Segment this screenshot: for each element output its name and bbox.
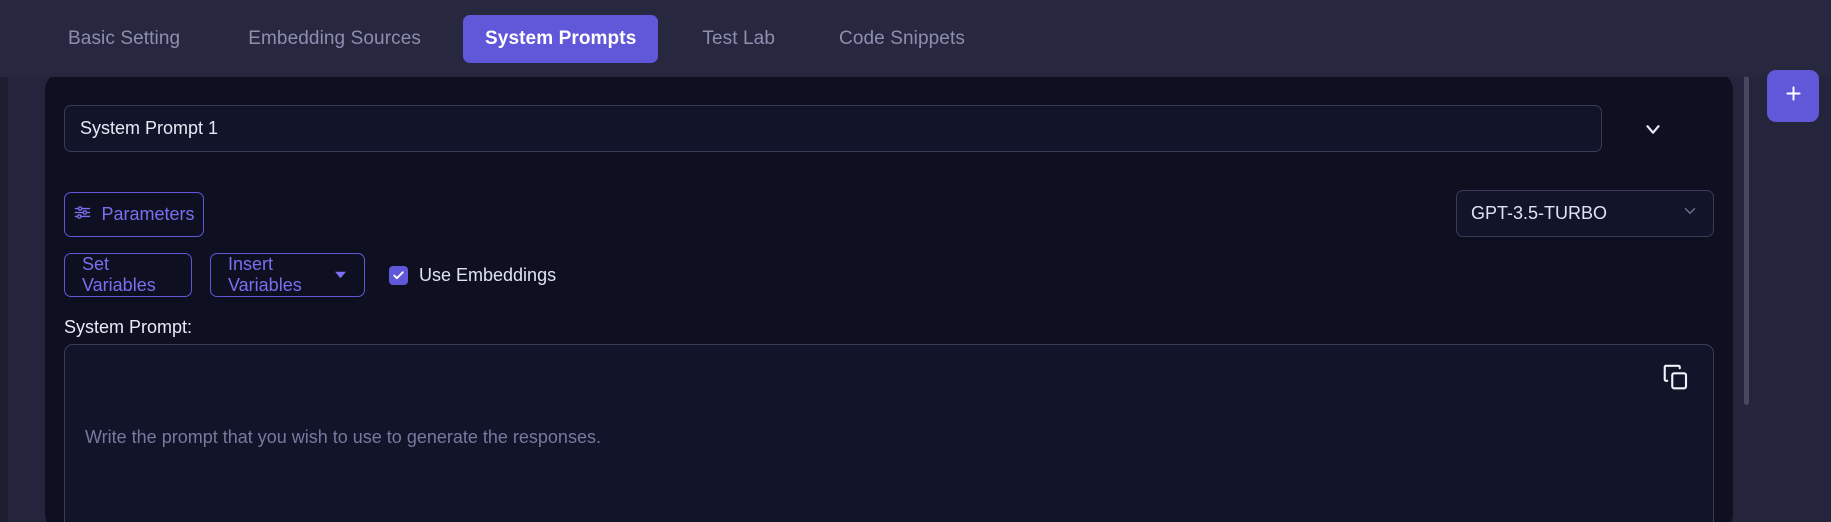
model-select[interactable]: GPT-3.5-TURBO xyxy=(1456,190,1714,237)
chevron-down-icon[interactable] xyxy=(1636,112,1670,146)
variables-row: Set Variables Insert Variables Use Embed… xyxy=(64,251,1714,299)
tab-system-prompts[interactable]: System Prompts xyxy=(463,14,659,63)
tab-basic-setting[interactable]: Basic Setting xyxy=(46,15,202,63)
system-prompts-page: Basic Setting Embedding Sources System P… xyxy=(0,0,1831,522)
tab-code-snippets[interactable]: Code Snippets xyxy=(817,15,987,63)
tab-embedding-sources[interactable]: Embedding Sources xyxy=(226,15,443,63)
use-embeddings-label: Use Embeddings xyxy=(419,264,557,285)
add-prompt-button[interactable] xyxy=(1767,70,1819,122)
system-prompt-label: System Prompt: xyxy=(64,317,193,337)
use-embeddings-control[interactable]: Use Embeddings xyxy=(389,265,556,286)
prompt-name-input[interactable] xyxy=(64,105,1602,152)
model-select-value: GPT-3.5-TURBO xyxy=(1471,203,1608,223)
placeholder-blank-line xyxy=(85,512,1693,522)
vertical-scrollbar[interactable] xyxy=(1744,60,1749,522)
parameters-row: Parameters GPT-3.5-TURBO xyxy=(64,190,1714,242)
insert-variables-button[interactable]: Insert Variables xyxy=(210,253,365,297)
prompt-name-row xyxy=(64,105,1714,153)
caret-down-icon xyxy=(334,265,347,286)
scrollbar-thumb[interactable] xyxy=(1744,60,1749,405)
system-prompt-card: Parameters GPT-3.5-TURBO Set Variables I… xyxy=(45,72,1733,522)
use-embeddings-checkbox[interactable] xyxy=(389,265,408,285)
plus-icon xyxy=(1783,83,1804,109)
system-prompt-placeholder: Write the prompt that you wish to use to… xyxy=(65,345,1713,522)
tab-bar: Basic Setting Embedding Sources System P… xyxy=(0,0,1831,77)
tab-test-lab[interactable]: Test Lab xyxy=(680,15,797,63)
insert-variables-label: Insert Variables xyxy=(228,254,302,295)
parameters-label: Parameters xyxy=(101,204,195,224)
set-variables-button[interactable]: Set Variables xyxy=(64,253,192,297)
placeholder-line-1: Write the prompt that you wish to use to… xyxy=(85,427,601,447)
sliders-icon xyxy=(73,203,92,227)
chevron-down-icon xyxy=(1681,202,1699,225)
copy-icon[interactable] xyxy=(1661,362,1691,392)
parameters-button[interactable]: Parameters xyxy=(64,192,204,237)
system-prompt-textarea[interactable]: Write the prompt that you wish to use to… xyxy=(64,344,1714,522)
